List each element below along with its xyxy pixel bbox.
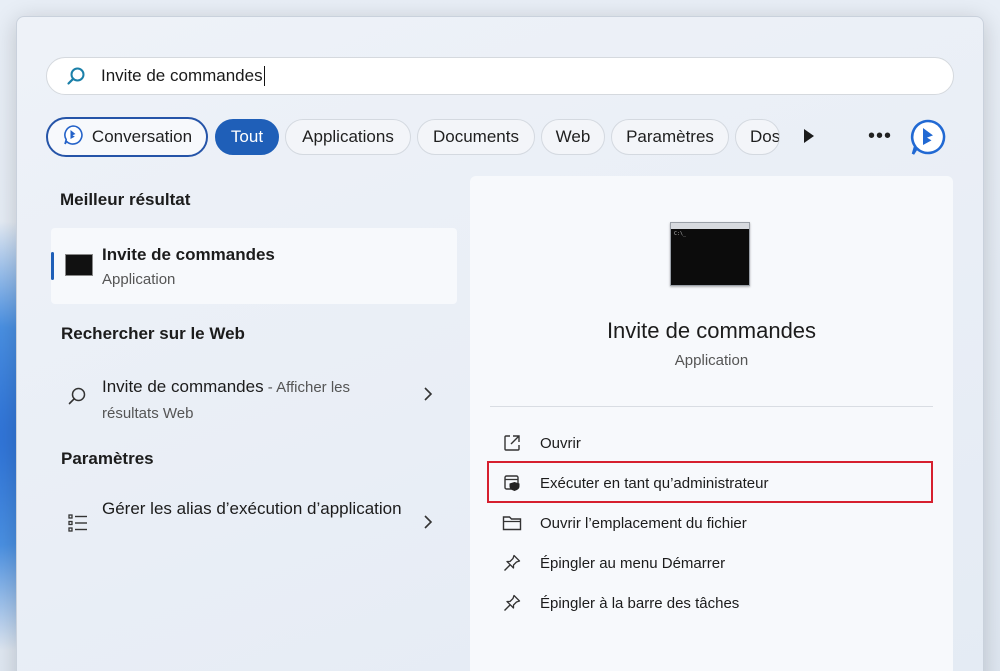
settings-item-label: Gérer les alias d’exécution d’applicatio…	[102, 499, 402, 518]
settings-heading: Paramètres	[61, 449, 154, 468]
search-icon	[67, 386, 87, 411]
action-pin-start-label: Épingler au menu Démarrer	[540, 554, 726, 572]
bing-logo-icon[interactable]	[908, 118, 948, 163]
chevron-right-icon[interactable]	[423, 386, 433, 407]
search-box[interactable]: Invite de commandes	[46, 57, 954, 95]
web-search-item[interactable]: Invite de commandes - Afficher les résul…	[51, 362, 457, 426]
cmd-app-icon	[65, 254, 93, 276]
action-open-label: Ouvrir	[540, 434, 581, 452]
text-caret	[263, 66, 265, 87]
cmd-prompt: C:\_	[674, 231, 687, 237]
action-open-file-location-label: Ouvrir l’emplacement du fichier	[540, 514, 747, 532]
action-open-file-location[interactable]: Ouvrir l’emplacement du fichier	[500, 508, 930, 538]
chevron-right-icon[interactable]	[423, 514, 433, 535]
open-external-icon	[500, 431, 524, 455]
action-run-as-admin[interactable]: Exécuter en tant qu’administrateur	[500, 468, 930, 498]
more-options-icon[interactable]: •••	[868, 125, 892, 148]
search-icon	[65, 65, 87, 87]
bing-chat-icon	[62, 124, 84, 151]
action-pin-taskbar-label: Épingler à la barre des tâches	[540, 594, 740, 612]
conversation-label: Conversation	[91, 127, 193, 146]
pin-icon	[500, 591, 524, 615]
cmd-preview-icon: C:\_	[670, 222, 750, 286]
scroll-right-icon[interactable]	[802, 128, 816, 149]
action-run-as-admin-label: Exécuter en tant qu’administrateur	[540, 474, 769, 492]
detail-title: Invite de commandes	[606, 318, 817, 343]
tab-web[interactable]: Web	[541, 119, 605, 155]
tab-documents[interactable]: Documents	[417, 119, 535, 155]
action-open[interactable]: Ouvrir	[500, 428, 930, 458]
settings-item-app-aliases[interactable]: Gérer les alias d’exécution d’applicatio…	[51, 494, 457, 554]
action-pin-taskbar[interactable]: Épingler à la barre des tâches	[500, 588, 930, 618]
admin-shield-icon	[500, 471, 524, 495]
tab-tout[interactable]: Tout	[215, 119, 279, 155]
best-match-title: Invite de commandes	[102, 245, 275, 264]
web-search-query: Invite de commandes	[102, 377, 264, 396]
action-pin-start[interactable]: Épingler au menu Démarrer	[500, 548, 930, 578]
detail-pane: C:\_ Invite de commandes Application Ouv…	[470, 176, 953, 671]
web-search-heading: Rechercher sur le Web	[61, 324, 245, 343]
tab-parametres[interactable]: Paramètres	[611, 119, 729, 155]
folder-icon	[500, 511, 524, 535]
divider	[490, 406, 933, 407]
conversation-button[interactable]: Conversation	[46, 117, 208, 157]
web-search-text: Invite de commandes - Afficher les résul…	[102, 374, 402, 426]
detail-subtitle: Application	[674, 352, 749, 369]
selection-indicator	[51, 252, 54, 280]
list-settings-icon	[67, 512, 89, 539]
search-input[interactable]: Invite de commandes	[101, 66, 265, 87]
filter-bar: Conversation Tout Applications Documents…	[46, 117, 956, 157]
best-match-heading: Meilleur résultat	[60, 190, 191, 209]
tab-applications[interactable]: Applications	[285, 119, 411, 155]
best-match-subtitle: Application	[102, 271, 176, 288]
best-match-item[interactable]: Invite de commandes Application	[51, 228, 457, 304]
pin-icon	[500, 551, 524, 575]
tab-dossiers[interactable]: Dos	[735, 119, 780, 155]
